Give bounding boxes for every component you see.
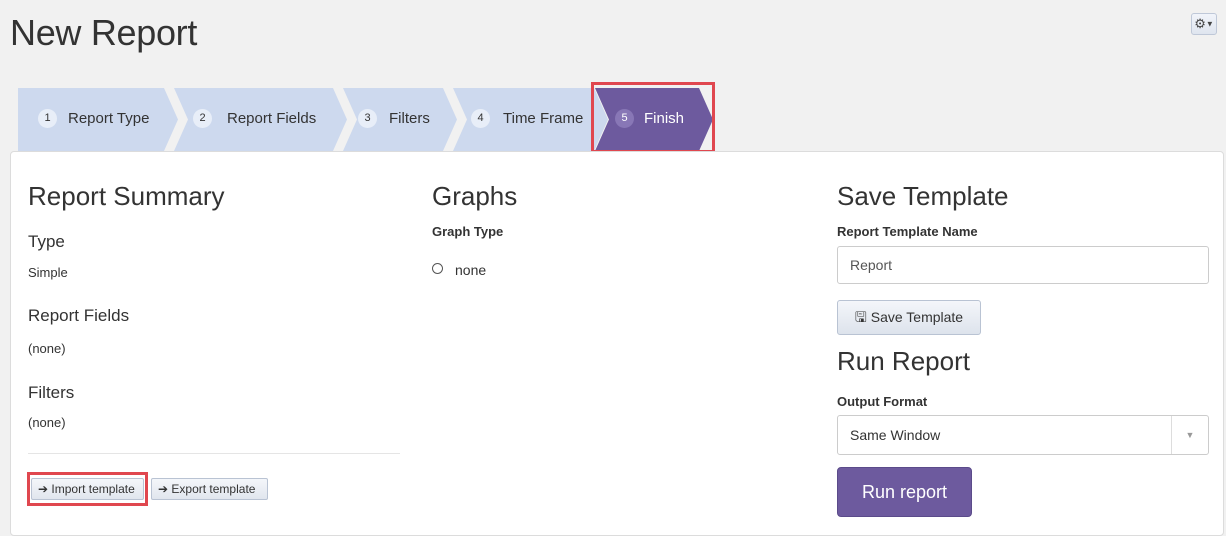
run-report-title: Run Report	[837, 346, 970, 376]
report-fields-heading: Report Fields	[28, 306, 130, 325]
floppy-disk-icon: 🖫	[854, 309, 867, 325]
wizard-step-filters[interactable]: 3 Filters	[343, 88, 457, 151]
divider	[28, 453, 400, 454]
sign-out-icon: ➔	[158, 482, 169, 496]
step-label: Report Type	[68, 110, 150, 127]
import-template-label: Import template	[51, 482, 135, 496]
sign-in-icon: ➔	[38, 482, 49, 496]
step-number: 4	[471, 109, 490, 128]
export-template-button[interactable]: ➔ Export template	[151, 478, 268, 500]
output-format-label: Output Format	[837, 394, 928, 409]
chevron-down-icon: ▼	[1205, 19, 1214, 29]
output-format-value: Same Window	[850, 427, 941, 443]
export-template-label: Export template	[171, 482, 256, 496]
template-name-label: Report Template Name	[837, 224, 978, 239]
wizard-step-report-type[interactable]: 1 Report Type	[18, 88, 178, 151]
step-label: Time Frame	[503, 110, 584, 127]
chevron-down-icon: ▼	[1171, 416, 1208, 454]
save-template-title: Save Template	[837, 181, 1009, 211]
output-format-select[interactable]: Same Window ▼	[837, 415, 1209, 455]
step-label: Filters	[389, 110, 430, 127]
step-number: 5	[615, 109, 634, 128]
graph-type-none-label: none	[455, 262, 487, 278]
wizard-steps: 1 Report Type 2 Report Fields 3 Filters …	[18, 88, 738, 151]
run-report-button[interactable]: Run report	[837, 467, 972, 517]
settings-button[interactable]: ⚙▼	[1191, 13, 1217, 35]
save-template-button[interactable]: 🖫 Save Template	[837, 300, 981, 335]
template-name-input[interactable]: Report	[837, 246, 1209, 284]
wizard-step-report-fields[interactable]: 2 Report Fields	[174, 88, 347, 151]
graph-type-label: Graph Type	[432, 224, 504, 239]
report-fields-value: (none)	[28, 341, 66, 356]
step-label: Finish	[644, 110, 685, 127]
filters-heading: Filters	[28, 383, 75, 402]
step-number: 3	[358, 109, 377, 128]
save-template-label: Save Template	[870, 309, 964, 325]
step-number: 2	[193, 109, 212, 128]
gear-icon: ⚙	[1194, 16, 1206, 31]
report-summary-title: Report Summary	[28, 181, 225, 211]
type-heading: Type	[28, 232, 65, 251]
filters-value: (none)	[28, 415, 66, 430]
graphs-title: Graphs	[432, 181, 518, 211]
step-label: Report Fields	[227, 110, 317, 127]
wizard-step-time-frame[interactable]: 4 Time Frame	[453, 88, 608, 151]
type-value: Simple	[28, 265, 68, 280]
step-number: 1	[38, 109, 57, 128]
wizard-step-finish[interactable]: 5 Finish	[595, 88, 713, 151]
import-template-button[interactable]: ➔ Import template	[31, 478, 144, 500]
page-title: New Report	[10, 12, 198, 53]
graph-type-none-radio[interactable]	[432, 263, 443, 274]
